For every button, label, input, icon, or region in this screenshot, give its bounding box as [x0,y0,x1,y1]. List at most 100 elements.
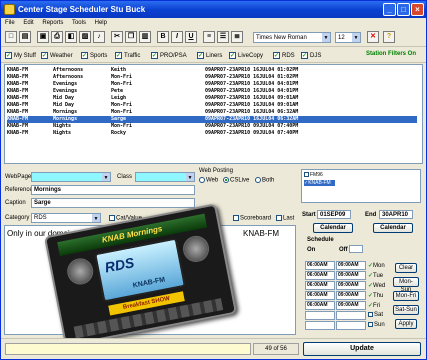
off-time-thu[interactable]: 09:00AM [336,291,366,300]
on-time-mon[interactable]: 06:00AM [305,261,335,270]
caption-input[interactable]: Sarge [31,198,195,208]
checkbox-icon[interactable]: ✓ [273,52,280,59]
checkbox-icon[interactable] [304,172,309,178]
bold-button[interactable]: B [157,31,169,43]
size-select[interactable]: 12 ▼ [335,32,361,43]
list-item[interactable]: KNAB-FM Evenings Mon-Fri 09APR07-23APR10 16… [7,81,417,88]
checkbox-icon[interactable] [368,322,373,327]
checkbox-icon[interactable]: ✓ [197,52,204,59]
save-icon[interactable]: ▣ [37,31,49,43]
day-sat[interactable]: Sat [368,312,383,318]
menu-help[interactable]: Help [95,20,107,26]
print-icon[interactable]: ⎙ [51,31,63,43]
list-item[interactable]: KNAB-FM Afternoons Mon-Fri 09APR07-23APR10 … [7,74,417,81]
filter-liners[interactable]: ✓ Liners [197,51,222,61]
day-wed[interactable]: ✓Wed [368,282,385,289]
font-select[interactable]: Times New Roman ▼ [253,32,331,43]
checkbox-icon[interactable]: ✓ [151,52,158,59]
radio-icon[interactable] [199,177,205,183]
last-checkbox[interactable]: Last [276,215,294,222]
menu-tools[interactable]: Tools [72,20,86,26]
scoreboard-checkbox[interactable]: Scoreboard [233,215,271,222]
update-button[interactable]: Update [303,342,421,356]
sat-sun-button[interactable]: Sat-Sun [393,305,419,315]
off-time-tue[interactable]: 09:00AM [336,271,366,280]
minimize-button[interactable]: _ [383,3,396,16]
on-time-sat[interactable] [305,311,335,320]
on-time-wed[interactable]: 06:00AM [305,281,335,290]
list-item[interactable]: KNAB-FM Mornings Mon-Fri 09APR07-23APR10 16… [7,109,417,116]
day-thu[interactable]: ✓Thu [368,292,383,299]
checkbox-icon[interactable]: ✓ [229,52,236,59]
apply-button[interactable]: Apply [395,319,417,329]
filter-pro-psa[interactable]: ✓ PRO/PSA [151,51,187,61]
filter-traffic[interactable]: ✓ Traffic [115,51,140,61]
checkbox-icon[interactable] [368,312,373,317]
radio-icon[interactable] [223,177,229,183]
preview-icon[interactable]: ◧ [65,31,77,43]
music-icon[interactable]: ♪ [93,31,105,43]
end-calendar-button[interactable]: Calendar [373,223,413,233]
on-time-tue[interactable]: 06:00AM [305,271,335,280]
filter-rds[interactable]: ✓ RDS [273,51,295,61]
filter-my-stuff[interactable]: ✓ My Stuff [5,51,36,61]
image-icon[interactable]: ▨ [79,31,91,43]
off-time-sat[interactable] [336,311,366,320]
align-right-icon[interactable]: ≣ [231,31,243,43]
cut-icon[interactable]: ✂ [111,31,123,43]
list-item[interactable]: KNAB-FM Nights Mon-Fri 09APR07-23APR10 09JU… [7,123,417,130]
station-item-selected[interactable]: ✓KNAB-FM [304,180,335,186]
close-doc-button[interactable]: ✕ [367,31,379,43]
list-item[interactable]: KNAB-FM Nights Rocky 09APR07-23APR10 09JUL0… [7,130,417,137]
checkbox-icon[interactable] [276,215,282,221]
checkbox-icon[interactable]: ✓ [81,52,88,59]
station-list[interactable]: FM96 ✓KNAB-FM [301,169,421,203]
underline-button[interactable]: U [185,31,197,43]
checkbox-icon[interactable] [233,215,239,221]
reference-input[interactable]: Mornings [31,185,195,195]
schedule-list[interactable]: KNAB-FM Afternoons Keith 09APR07-23APR10 16… [4,64,423,164]
off-time-wed[interactable]: 09:00AM [336,281,366,290]
italic-button[interactable]: I [171,31,183,43]
start-calendar-button[interactable]: Calendar [313,223,353,233]
day-mon[interactable]: ✓Mon [368,262,385,269]
checkbox-icon[interactable]: ✓ [115,52,122,59]
on-time-thu[interactable]: 06:00AM [305,291,335,300]
radio-both[interactable]: Both [255,177,274,184]
copy-icon[interactable]: ❐ [125,31,137,43]
off-time-sun[interactable] [336,321,366,330]
align-center-icon[interactable]: ☰ [217,31,229,43]
checkbox-icon[interactable] [109,215,115,221]
open-icon[interactable]: ▤ [19,31,31,43]
category-select[interactable]: RDS ▼ [31,213,101,223]
filter-sports[interactable]: ✓ Sports [81,51,107,61]
on-time-fri[interactable]: 06:00AM [305,301,335,310]
off-time-fri[interactable]: 09:00AM [336,301,366,310]
day-fri[interactable]: ✓Fri [368,302,380,309]
list-item[interactable]: KNAB-FM Afternoons Keith 09APR07-23APR10 16… [7,67,417,74]
off-time-mon[interactable]: 09:00AM [336,261,366,270]
new-icon[interactable]: □ [5,31,17,43]
end-date-input[interactable]: 30APR10 [379,210,413,219]
checkbox-icon[interactable]: ✓ [301,52,308,59]
paste-icon[interactable]: ▥ [139,31,151,43]
list-item[interactable]: KNAB-FM Evenings Pete 09APR07-23APR10 16JUL… [7,88,417,95]
list-item-selected[interactable]: KNAB-FM Mornings Sarge 09APR07-23APR10 16JU… [7,116,417,123]
off-field[interactable] [349,245,363,253]
clear-button[interactable]: Clear [395,263,417,273]
checkbox-icon[interactable]: ✓ [41,52,48,59]
mon-sun-button[interactable]: Mon-Sun [393,277,419,293]
mon-fri-button[interactable]: Mon-Fri [393,291,419,301]
menu-edit[interactable]: Edit [23,20,33,26]
list-item[interactable]: KNAB-FM Mid Day Mon-Fri 09APR07-23APR10 16J… [7,102,417,109]
start-date-input[interactable]: 01SEP09 [317,210,351,219]
align-left-icon[interactable]: ≡ [203,31,215,43]
radio-cslive[interactable]: CSLive [223,177,249,184]
webpage-select[interactable]: ▼ [31,172,111,182]
radio-web[interactable]: Web [199,177,218,184]
filter-weather[interactable]: ✓ Weather [41,51,73,61]
day-sun[interactable]: Sun [368,322,385,328]
class-select[interactable]: ▼ [135,172,195,182]
radio-icon[interactable] [255,177,261,183]
filter-djs[interactable]: ✓ DJS [301,51,321,61]
